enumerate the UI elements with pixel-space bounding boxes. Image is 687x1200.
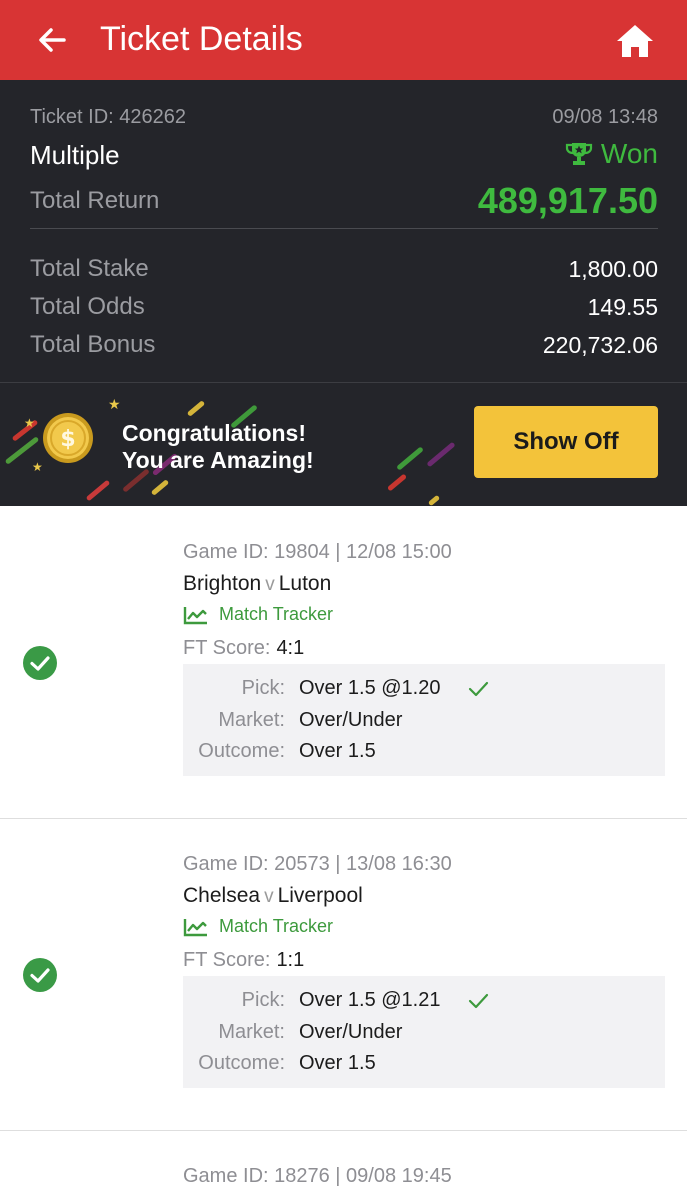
pick-value: Over 1.5 @1.21	[299, 989, 441, 1011]
divider	[0, 382, 687, 383]
outcome-label: Outcome:	[198, 1052, 285, 1074]
won-check-icon	[23, 646, 57, 680]
game-card: Game ID: 19804 | 12/08 15:00 Brighton v Lu…	[0, 506, 687, 819]
market-value: Over/Under	[299, 1021, 403, 1043]
divider	[30, 228, 658, 229]
ft-score: FT Score: 1:1	[183, 949, 304, 972]
chart-line-icon	[183, 606, 207, 624]
match-tracker-link[interactable]: Match Tracker	[183, 604, 333, 625]
header-bar: Ticket Details	[0, 0, 687, 80]
market-label: Market:	[218, 1021, 285, 1043]
match-tracker-link[interactable]: Match Tracker	[183, 916, 333, 937]
checkmark-icon	[468, 993, 489, 1009]
promo-line-1: Congratulations!	[122, 420, 306, 446]
outcome-value: Over 1.5	[299, 740, 376, 762]
pick-label: Pick:	[241, 989, 285, 1011]
bet-type: Multiple	[30, 140, 120, 170]
pick-row: Pick: Over 1.5 @1.21	[183, 989, 665, 1019]
arrow-left-icon	[39, 28, 66, 52]
ft-score: FT Score: 4:1	[183, 637, 304, 660]
ticket-id: Ticket ID: 426262	[30, 106, 187, 128]
game-card: Game ID: 20573 | 13/08 16:30 Chelsea v Liv…	[0, 819, 687, 1131]
checkmark-icon	[468, 681, 489, 697]
pick-value: Over 1.5 @1.20	[299, 677, 441, 699]
trophy-icon	[565, 143, 593, 165]
total-bonus-label: Total Bonus	[30, 331, 156, 358]
chart-line-icon	[183, 918, 207, 936]
total-odds-value: 149.55	[587, 294, 658, 320]
outcome-value: Over 1.5	[299, 1052, 376, 1074]
confetti-streak	[386, 473, 408, 492]
total-return-label: Total Return	[30, 187, 160, 214]
outcome-row: Outcome: Over 1.5	[183, 1052, 665, 1082]
total-stake-value: 1,800.00	[568, 256, 658, 282]
market-row: Market: Over/Under	[183, 709, 665, 739]
confetti-streak	[426, 441, 456, 468]
coin-icon: $	[40, 410, 96, 466]
ft-score-label: FT Score:	[183, 637, 271, 659]
home-icon	[617, 25, 653, 57]
sparkle-icon: ★	[108, 396, 121, 412]
ft-score-label: FT Score:	[183, 949, 271, 971]
game-id: Game ID: 20573 | 13/08 16:30	[183, 853, 452, 875]
vs-label: v	[265, 574, 275, 595]
ticket-datetime: 09/08 13:48	[552, 106, 658, 128]
game-id: Game ID: 19804 | 12/08 15:00	[183, 541, 452, 563]
match-teams: Brighton v Luton	[183, 572, 331, 596]
away-team: Liverpool	[277, 884, 363, 907]
confetti-streak	[85, 479, 111, 502]
home-team: Chelsea	[183, 884, 261, 907]
pick-details: Pick: Over 1.5 @1.20 Market: Over/Under …	[183, 664, 665, 776]
market-value: Over/Under	[299, 709, 403, 731]
outcome-label: Outcome:	[198, 740, 285, 762]
vs-label: v	[264, 886, 274, 907]
promo-message: Congratulations! You are Amazing!	[122, 420, 314, 474]
market-row: Market: Over/Under	[183, 1021, 665, 1051]
pick-label: Pick:	[241, 677, 285, 699]
total-stake-label: Total Stake	[30, 255, 149, 282]
match-tracker-label: Match Tracker	[219, 916, 334, 936]
confetti-streak	[396, 446, 424, 471]
page-title: Ticket Details	[100, 20, 303, 58]
match-tracker-label: Match Tracker	[219, 604, 334, 624]
home-button[interactable]	[612, 18, 658, 64]
ft-score-value: 1:1	[276, 949, 305, 971]
confetti-streak	[427, 494, 441, 507]
ft-score-value: 4:1	[276, 637, 305, 659]
game-card: Game ID: 18276 | 09/08 19:45	[0, 1131, 687, 1200]
match-teams: Chelsea v Liverpool	[183, 884, 363, 908]
confetti-streak	[150, 479, 170, 496]
total-odds-label: Total Odds	[30, 293, 145, 320]
show-off-button[interactable]: Show Off	[474, 406, 658, 478]
svg-text:$: $	[60, 427, 75, 452]
won-check-icon	[23, 958, 57, 992]
total-return-value: 489,917.50	[477, 180, 658, 221]
pick-details: Pick: Over 1.5 @1.21 Market: Over/Under …	[183, 976, 665, 1088]
ticket-summary: Ticket ID: 426262 09/08 13:48 Multiple W…	[0, 80, 687, 507]
away-team: Luton	[278, 572, 332, 595]
status-badge: Won	[565, 138, 658, 170]
home-team: Brighton	[183, 572, 262, 595]
confetti-streak	[186, 400, 206, 417]
sparkle-icon: ★	[24, 416, 35, 430]
market-label: Market:	[218, 709, 285, 731]
status-text: Won	[600, 138, 658, 169]
outcome-row: Outcome: Over 1.5	[183, 740, 665, 770]
promo-line-2: You are Amazing!	[122, 447, 314, 473]
pick-row: Pick: Over 1.5 @1.20	[183, 677, 665, 707]
back-button[interactable]	[30, 18, 74, 62]
total-bonus-value: 220,732.06	[542, 332, 658, 358]
game-id: Game ID: 18276 | 09/08 19:45	[183, 1165, 452, 1187]
